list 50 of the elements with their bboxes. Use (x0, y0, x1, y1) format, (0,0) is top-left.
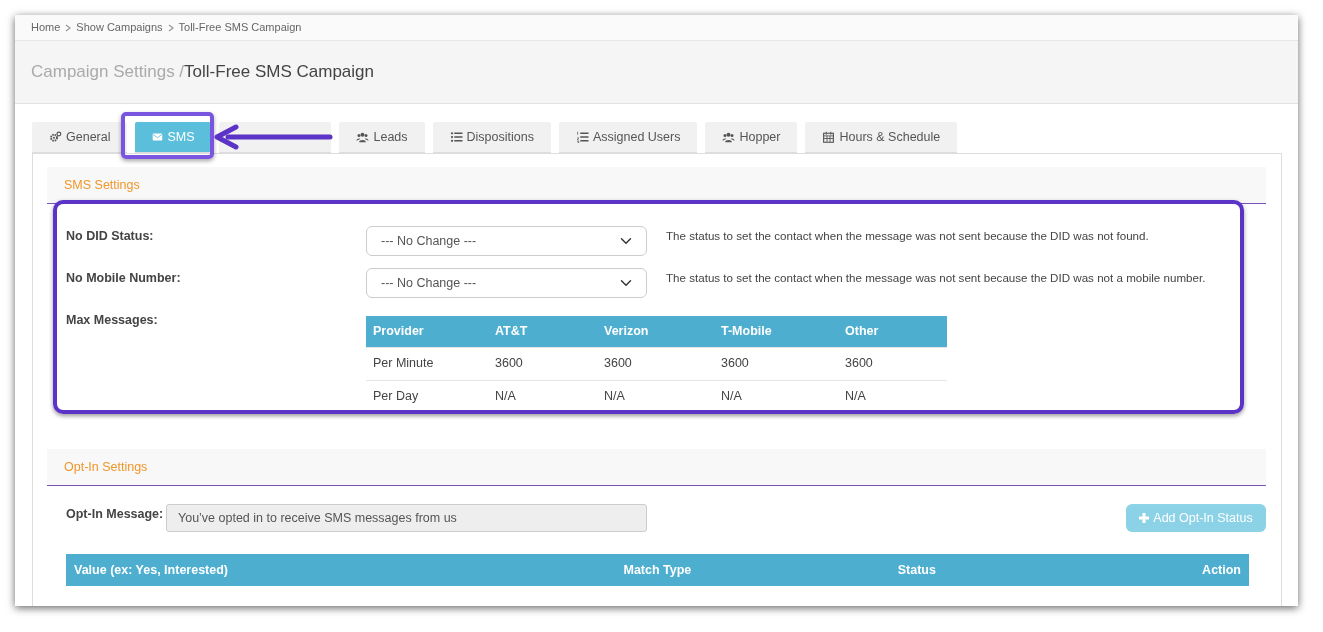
table-cell: N/A (838, 380, 947, 413)
tab[interactable]: General (32, 122, 128, 153)
list-icon (449, 131, 463, 143)
envelope-icon (152, 131, 164, 143)
column-header: T-Mobile (714, 316, 838, 347)
column-header: Action (1201, 561, 1241, 579)
tab[interactable]: Leads (339, 122, 425, 153)
users-icon (722, 131, 736, 143)
tab[interactable]: Assigned Users (558, 122, 698, 153)
plus-icon (1139, 513, 1150, 523)
chevron-right-icon (167, 23, 174, 32)
table-cell: Per Minute (366, 347, 488, 380)
table-cell: 3600 (714, 347, 838, 380)
field-label: No Mobile Number: (66, 270, 182, 287)
users-icon (356, 131, 370, 143)
table-cell: N/A (488, 380, 597, 413)
table-cell: Per Day (366, 380, 488, 413)
help-text: The status to set the contact when the message was not sent because the DID was not found. (665, 228, 1149, 244)
column-header: Provider (366, 316, 488, 347)
chevron-right-icon (65, 23, 72, 32)
column-header: AT&T (488, 316, 597, 347)
column-header: Verizon (597, 316, 714, 347)
tab[interactable]: Hours & Schedule (805, 122, 958, 153)
breadcrumb-link[interactable]: Show Campaigns (76, 19, 163, 36)
field-label: No DID Status: (66, 228, 155, 245)
help-text: The status to set the contact when the message was not sent because the DID was not a mobile number. (665, 270, 1206, 286)
message-field[interactable]: You’ve opted in to receive SMS messages from us (166, 504, 647, 532)
table-cell: 3600 (838, 347, 947, 380)
column-header: Other (838, 316, 947, 347)
tab[interactable]: Dispositions (432, 122, 551, 153)
calendar-icon (822, 131, 836, 143)
column-header: Status (897, 561, 937, 579)
numbered-list-icon (575, 131, 589, 143)
section-header: Opt-In Settings (47, 449, 1266, 486)
table-cell: 3600 (597, 347, 714, 380)
breadcrumb-link[interactable]: Home (31, 19, 61, 36)
tab[interactable]: Hopper (705, 122, 798, 153)
status-dropdown[interactable]: --- No Change --- (366, 226, 647, 256)
section-header: SMS Settings (47, 167, 1266, 204)
column-header: Match Type (623, 561, 693, 579)
table-cell: 3600 (488, 347, 597, 380)
field-label: Opt-In Message: (66, 506, 165, 523)
table-cell: N/A (714, 380, 838, 413)
column-header: Value (ex: Yes, Interested) (74, 561, 229, 579)
gears-icon (49, 131, 62, 143)
breadcrumb-text: Toll-Free SMS Campaign (178, 20, 302, 36)
table-cell: N/A (597, 380, 714, 413)
status-dropdown[interactable]: --- No Change --- (366, 268, 647, 298)
page-title: Campaign Settings /Toll-Free SMS Campaign (15, 41, 1298, 104)
field-label: Max Messages: (66, 312, 159, 329)
